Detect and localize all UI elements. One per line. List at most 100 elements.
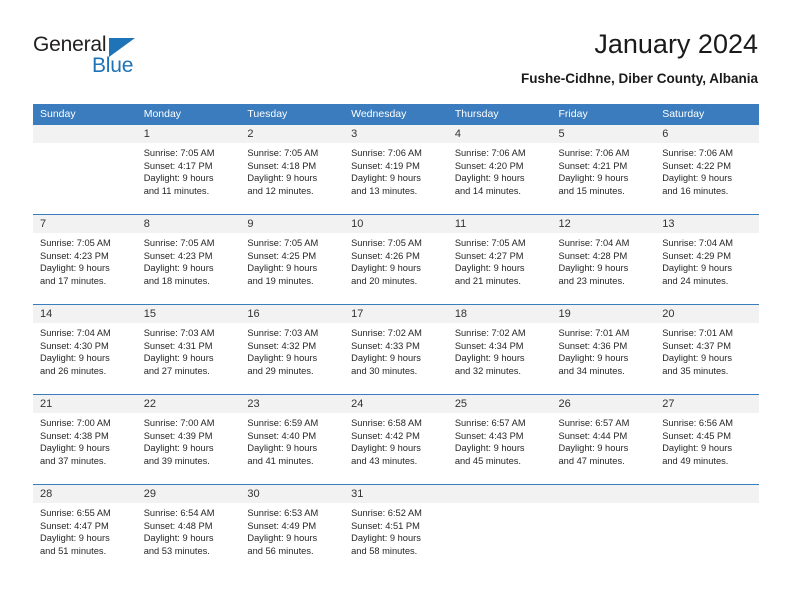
page-subtitle: Fushe-Cidhne, Diber County, Albania	[520, 71, 758, 86]
day-cell-18[interactable]: 18 Sunrise: 7:02 AM Sunset: 4:34 PM Dayligh…	[447, 305, 552, 394]
day-info: Sunrise: 7:05 AM Sunset: 4:27 PM Daylight:…	[448, 233, 552, 287]
day-cell-21[interactable]: 21 Sunrise: 7:00 AM Sunset: 4:38 PM Dayligh…	[33, 395, 137, 484]
weekday-header-row: Sunday Monday Tuesday Wednesday Thursday Frid…	[33, 104, 759, 125]
day-cell-25[interactable]: 25 Sunrise: 6:57 AM Sunset: 4:43 PM Dayligh…	[447, 395, 552, 484]
day-cell-22[interactable]: 22 Sunrise: 7:00 AM Sunset: 4:39 PM Dayligh…	[136, 395, 241, 484]
day-number: 24	[344, 395, 448, 413]
day-daylight-line-text: Daylight: 9 hours	[454, 353, 525, 364]
calendar-week-row: 7 Sunrise: 7:05 AM Sunset: 4:23 PM Daylight…	[33, 214, 759, 304]
day-daylight-line-text: and 19 minutes.	[247, 275, 314, 286]
day-cell-24[interactable]: 24 Sunrise: 6:58 AM Sunset: 4:42 PM Dayligh…	[344, 395, 448, 484]
calendar-week-row: 28 Sunrise: 6:55 AM Sunset: 4:47 PM Dayligh…	[33, 484, 759, 574]
day-sunset-text: Sunset: 4:28 PM	[558, 250, 628, 261]
day-cell-10[interactable]: 10 Sunrise: 7:05 AM Sunset: 4:26 PM Dayligh…	[344, 215, 448, 304]
day-cell-empty	[447, 485, 552, 574]
day-sunset-text: Sunset: 4:22 PM	[662, 160, 731, 171]
day-cell-1[interactable]: 1 Sunrise: 7:05 AM Sunset: 4:17 PM Daylight…	[136, 125, 241, 214]
day-cell-9[interactable]: 9 Sunrise: 7:05 AM Sunset: 4:25 PM Daylight…	[240, 215, 345, 304]
day-cell-2[interactable]: 2 Sunrise: 7:05 AM Sunset: 4:18 PM Daylight…	[240, 125, 345, 214]
day-cell-4[interactable]: 4 Sunrise: 7:06 AM Sunset: 4:20 PM Daylight…	[447, 125, 552, 214]
day-number: 4	[447, 125, 552, 143]
day-info: Sunrise: 7:06 AM Sunset: 4:21 PM Daylight:…	[552, 143, 656, 197]
day-cell-30[interactable]: 30 Sunrise: 6:53 AM Sunset: 4:49 PM Dayligh…	[240, 485, 345, 574]
day-number: 23	[240, 395, 345, 413]
day-cell-15[interactable]: 15 Sunrise: 7:03 AM Sunset: 4:31 PM Dayligh…	[136, 305, 241, 394]
day-cell-7[interactable]: 7 Sunrise: 7:05 AM Sunset: 4:23 PM Daylight…	[33, 215, 137, 304]
day-number: 19	[551, 305, 656, 323]
day-cell-17[interactable]: 17 Sunrise: 7:02 AM Sunset: 4:33 PM Dayligh…	[344, 305, 448, 394]
day-sunset-text: Sunset: 4:33 PM	[351, 340, 420, 351]
day-number: 20	[655, 305, 759, 323]
day-daylight-line-text: Daylight: 9 hours	[40, 263, 110, 274]
day-cell-28[interactable]: 28 Sunrise: 6:55 AM Sunset: 4:47 PM Dayligh…	[33, 485, 137, 574]
day-cell-23[interactable]: 23 Sunrise: 6:59 AM Sunset: 4:40 PM Dayligh…	[240, 395, 345, 484]
day-number: 15	[136, 305, 241, 323]
day-daylight-line-text: and 37 minutes.	[40, 455, 107, 466]
day-number: 10	[344, 215, 448, 233]
day-info: Sunrise: 7:02 AM Sunset: 4:34 PM Daylight:…	[448, 323, 552, 377]
day-sunrise-text: Sunrise: 7:06 AM	[558, 148, 630, 158]
day-daylight-line-text: Daylight: 9 hours	[558, 443, 629, 454]
day-info: Sunrise: 7:03 AM Sunset: 4:31 PM Daylight:…	[137, 323, 241, 377]
day-cell-20[interactable]: 20 Sunrise: 7:01 AM Sunset: 4:37 PM Dayligh…	[655, 305, 759, 394]
day-daylight-line-text: and 13 minutes.	[351, 185, 418, 196]
day-sunrise-text: Sunrise: 7:02 AM	[351, 328, 422, 338]
day-daylight-line-text: Daylight: 9 hours	[247, 263, 318, 274]
day-info: Sunrise: 6:58 AM Sunset: 4:42 PM Daylight:…	[344, 413, 448, 467]
day-info: Sunrise: 6:55 AM Sunset: 4:47 PM Daylight:…	[33, 503, 137, 557]
day-cell-12[interactable]: 12 Sunrise: 7:04 AM Sunset: 4:28 PM Dayligh…	[551, 215, 656, 304]
day-sunset-text: Sunset: 4:43 PM	[454, 430, 524, 441]
day-sunrise-text: Sunrise: 7:05 AM	[143, 238, 215, 248]
day-sunset-text: Sunset: 4:44 PM	[558, 430, 628, 441]
weekday-header-monday: Monday	[143, 108, 182, 120]
day-sunrise-text: Sunrise: 7:05 AM	[143, 148, 215, 158]
day-sunset-text: Sunset: 4:20 PM	[454, 160, 524, 171]
day-sunset-text: Sunset: 4:26 PM	[351, 250, 420, 261]
day-cell-26[interactable]: 26 Sunrise: 6:57 AM Sunset: 4:44 PM Dayligh…	[551, 395, 656, 484]
day-daylight-line-text: and 14 minutes.	[454, 185, 521, 196]
day-sunset-text: Sunset: 4:45 PM	[662, 430, 731, 441]
day-cell-14[interactable]: 14 Sunrise: 7:04 AM Sunset: 4:30 PM Dayligh…	[33, 305, 137, 394]
day-daylight-line-text: and 16 minutes.	[662, 185, 729, 196]
day-cell-29[interactable]: 29 Sunrise: 6:54 AM Sunset: 4:48 PM Dayligh…	[136, 485, 241, 574]
day-daylight-line-text: Daylight: 9 hours	[662, 173, 732, 184]
day-daylight-line-text: and 17 minutes.	[40, 275, 107, 286]
day-cell-13[interactable]: 13 Sunrise: 7:04 AM Sunset: 4:29 PM Dayligh…	[655, 215, 759, 304]
day-sunrise-text: Sunrise: 7:00 AM	[143, 418, 215, 428]
day-daylight-line-text: Daylight: 9 hours	[558, 173, 629, 184]
day-daylight-line-text: and 34 minutes.	[558, 365, 625, 376]
day-daylight-line-text: and 27 minutes.	[143, 365, 210, 376]
week-cells: 14 Sunrise: 7:04 AM Sunset: 4:30 PM Dayligh…	[33, 305, 759, 394]
day-info: Sunrise: 7:04 AM Sunset: 4:29 PM Daylight:…	[655, 233, 759, 287]
day-daylight-line-text: and 51 minutes.	[40, 545, 107, 556]
day-sunrise-text: Sunrise: 7:00 AM	[40, 418, 111, 428]
day-info: Sunrise: 7:05 AM Sunset: 4:26 PM Daylight:…	[344, 233, 448, 287]
day-daylight-line-text: Daylight: 9 hours	[143, 533, 214, 544]
day-cell-31[interactable]: 31 Sunrise: 6:52 AM Sunset: 4:51 PM Dayligh…	[344, 485, 448, 574]
calendar-weeks: 1 Sunrise: 7:05 AM Sunset: 4:17 PM Daylight…	[33, 125, 759, 574]
day-cell-3[interactable]: 3 Sunrise: 7:06 AM Sunset: 4:19 PM Daylight…	[344, 125, 448, 214]
day-cell-8[interactable]: 8 Sunrise: 7:05 AM Sunset: 4:23 PM Daylight…	[136, 215, 241, 304]
day-cell-11[interactable]: 11 Sunrise: 7:05 AM Sunset: 4:27 PM Dayligh…	[447, 215, 552, 304]
weekday-header-wednesday: Wednesday	[351, 108, 407, 120]
day-cell-6[interactable]: 6 Sunrise: 7:06 AM Sunset: 4:22 PM Daylight…	[655, 125, 759, 214]
calendar-grid: Sunday Monday Tuesday Wednesday Thursday Frid…	[33, 104, 759, 574]
day-sunrise-text: Sunrise: 7:06 AM	[351, 148, 422, 158]
day-daylight-line-text: Daylight: 9 hours	[351, 263, 421, 274]
day-sunset-text: Sunset: 4:19 PM	[351, 160, 420, 171]
day-number: 21	[33, 395, 137, 413]
day-cell-27[interactable]: 27 Sunrise: 6:56 AM Sunset: 4:45 PM Dayligh…	[655, 395, 759, 484]
title-block: January 2024 Fushe-Cidhne, Diber County,…	[521, 28, 758, 88]
day-number: 29	[136, 485, 241, 503]
day-number: 11	[447, 215, 552, 233]
day-daylight-line-text: and 43 minutes.	[351, 455, 418, 466]
day-sunrise-text: Sunrise: 7:05 AM	[454, 238, 526, 248]
day-number: 14	[33, 305, 137, 323]
day-cell-19[interactable]: 19 Sunrise: 7:01 AM Sunset: 4:36 PM Dayligh…	[551, 305, 656, 394]
day-number: 30	[240, 485, 345, 503]
day-sunrise-text: Sunrise: 7:04 AM	[662, 238, 734, 248]
day-number: 26	[551, 395, 656, 413]
day-cell-16[interactable]: 16 Sunrise: 7:03 AM Sunset: 4:32 PM Dayligh…	[240, 305, 345, 394]
page-title: January 2024	[594, 29, 758, 59]
day-cell-5[interactable]: 5 Sunrise: 7:06 AM Sunset: 4:21 PM Daylight…	[551, 125, 656, 214]
